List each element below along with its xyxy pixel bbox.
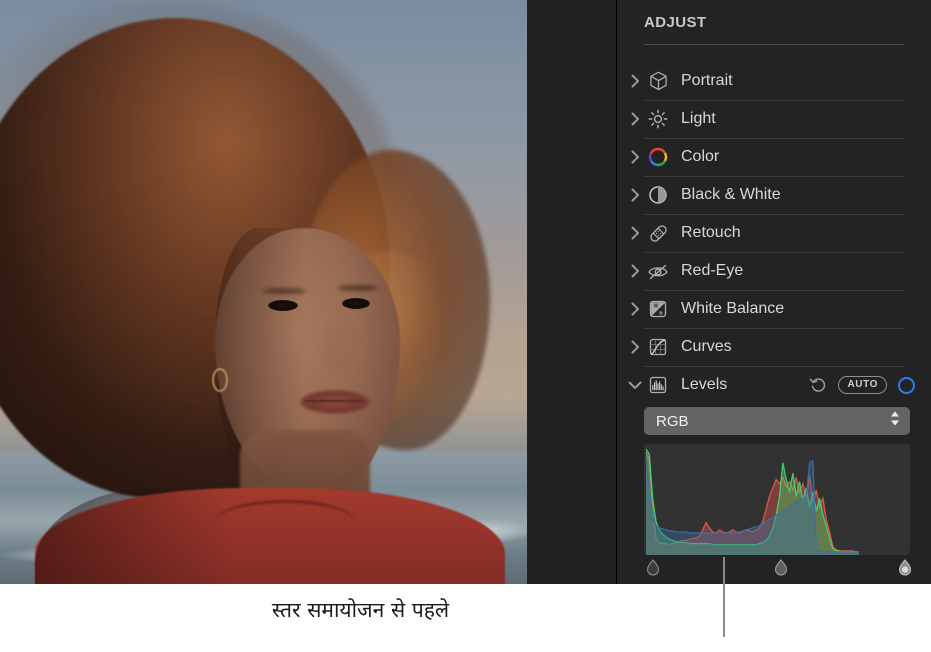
eye-slash-icon bbox=[645, 258, 671, 284]
levels-histogram[interactable] bbox=[644, 444, 910, 555]
white-balance-icon: W B bbox=[645, 296, 671, 322]
sidebar-item-label: Color bbox=[681, 148, 720, 165]
channel-select[interactable]: RGB bbox=[644, 407, 910, 435]
photo-preview[interactable] bbox=[0, 0, 527, 584]
sidebar-item-label: White Balance bbox=[681, 300, 785, 317]
screenshot-root: ADJUST Portrait Light Color Black & Whit… bbox=[0, 0, 931, 652]
channel-select-value: RGB bbox=[656, 412, 689, 430]
sidebar-item-red-eye[interactable]: Red-Eye bbox=[617, 252, 931, 290]
levels-controls: AUTO bbox=[809, 366, 915, 404]
color-wheel-icon bbox=[645, 144, 671, 170]
sidebar-item-levels[interactable]: Levels AUTO bbox=[617, 366, 931, 404]
levels-slider-track[interactable] bbox=[644, 559, 911, 579]
figure-caption: स्तर समायोजन से पहले bbox=[271, 598, 450, 622]
mid-point-handle[interactable] bbox=[774, 559, 788, 576]
sidebar-item-curves[interactable]: Curves bbox=[617, 328, 931, 366]
sidebar-item-label: Retouch bbox=[681, 224, 741, 241]
levels-icon bbox=[645, 372, 671, 398]
shirt-collar bbox=[215, 500, 355, 544]
sidebar-item-label: Light bbox=[681, 110, 716, 127]
eyebrow-right bbox=[338, 285, 378, 291]
chevron-right-icon[interactable] bbox=[627, 214, 643, 252]
white-point-handle[interactable] bbox=[898, 559, 911, 576]
svg-text:W: W bbox=[654, 303, 659, 309]
stepper-updown-icon[interactable] bbox=[889, 410, 901, 433]
black-point-handle[interactable] bbox=[646, 559, 660, 576]
header-divider bbox=[644, 44, 904, 45]
sidebar-item-black-and-white[interactable]: Black & White bbox=[617, 176, 931, 214]
chevron-right-icon[interactable] bbox=[627, 62, 643, 100]
reset-arrow-icon[interactable] bbox=[809, 376, 827, 394]
toggle-circle-icon[interactable] bbox=[898, 376, 915, 394]
sidebar-item-retouch[interactable]: Retouch bbox=[617, 214, 931, 252]
sidebar-item-white-balance[interactable]: W B White Balance bbox=[617, 290, 931, 328]
chevron-right-icon[interactable] bbox=[627, 290, 643, 328]
sun-icon bbox=[645, 106, 671, 132]
adjust-panel: ADJUST Portrait Light Color Black & Whit… bbox=[617, 0, 931, 584]
chevron-right-icon[interactable] bbox=[627, 138, 643, 176]
bandage-icon bbox=[645, 220, 671, 246]
sidebar-item-label: Curves bbox=[681, 338, 732, 355]
chevron-right-icon[interactable] bbox=[627, 176, 643, 214]
photo-editor-window: ADJUST Portrait Light Color Black & Whit… bbox=[0, 0, 931, 584]
histogram-svg bbox=[645, 448, 859, 555]
sidebar-item-label: Levels bbox=[681, 376, 728, 393]
contrast-icon bbox=[645, 182, 671, 208]
chevron-right-icon[interactable] bbox=[627, 252, 643, 290]
cube-icon bbox=[645, 68, 671, 94]
auto-button[interactable]: AUTO bbox=[838, 376, 887, 394]
sidebar-item-label: Red-Eye bbox=[681, 262, 744, 279]
sidebar-item-light[interactable]: Light bbox=[617, 100, 931, 138]
eye-right bbox=[342, 298, 370, 309]
chevron-right-icon[interactable] bbox=[627, 100, 643, 138]
sidebar-item-color[interactable]: Color bbox=[617, 138, 931, 176]
sidebar-item-label: Portrait bbox=[681, 72, 733, 89]
lips bbox=[300, 390, 370, 414]
lip-line bbox=[303, 400, 365, 402]
page-title: ADJUST bbox=[644, 14, 707, 31]
earring bbox=[212, 368, 228, 392]
curves-icon bbox=[645, 334, 671, 360]
sidebar-item-label: Black & White bbox=[681, 186, 781, 203]
chevron-right-icon[interactable] bbox=[627, 328, 643, 366]
nose bbox=[322, 320, 364, 376]
sidebar-item-portrait[interactable]: Portrait bbox=[617, 62, 931, 100]
adjust-item-list: Portrait Light Color Black & White Retou… bbox=[617, 62, 931, 404]
eye-left bbox=[268, 300, 298, 311]
chevron-down-icon[interactable] bbox=[627, 366, 643, 404]
eyebrow-left bbox=[262, 288, 306, 294]
svg-text:B: B bbox=[659, 310, 663, 315]
